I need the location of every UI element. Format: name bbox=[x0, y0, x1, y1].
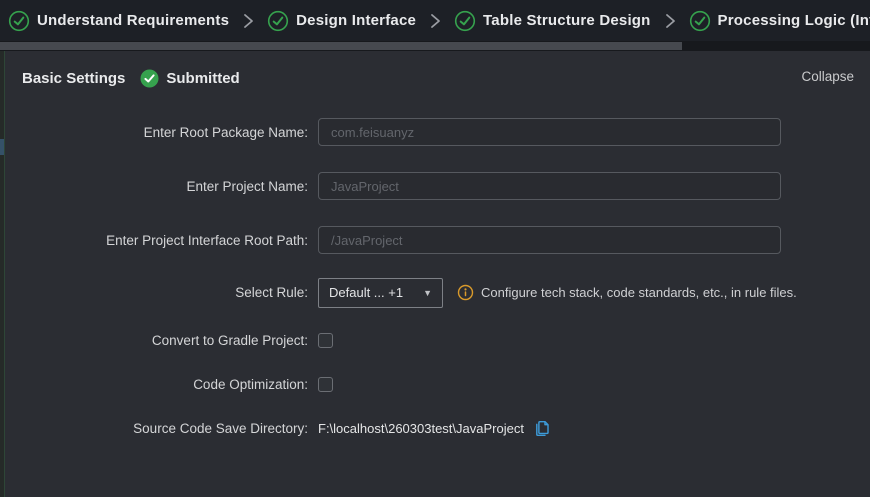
dropdown-arrow-icon: ▼ bbox=[423, 288, 432, 298]
horizontal-scrollbar-track[interactable] bbox=[0, 41, 870, 51]
select-rule-label: Select Rule: bbox=[0, 285, 308, 300]
chevron-separator-icon bbox=[427, 12, 443, 30]
step-design-interface[interactable]: Design Interface bbox=[267, 10, 416, 32]
collapse-button[interactable]: Collapse bbox=[801, 69, 854, 84]
interface-root-path-label: Enter Project Interface Root Path: bbox=[0, 233, 308, 248]
form-row-code-optimization: Code Optimization: bbox=[0, 362, 870, 406]
check-circle-icon bbox=[8, 10, 30, 32]
step-label: Processing Logic (Interface) bbox=[718, 12, 870, 29]
project-name-input[interactable] bbox=[318, 172, 781, 200]
project-name-label: Enter Project Name: bbox=[0, 179, 308, 194]
submitted-check-icon bbox=[140, 69, 159, 88]
check-circle-icon bbox=[689, 10, 711, 32]
step-processing-logic-interface[interactable]: Processing Logic (Interface) bbox=[689, 10, 870, 32]
form-row-project-name: Enter Project Name: bbox=[0, 159, 870, 213]
convert-gradle-checkbox[interactable] bbox=[318, 333, 333, 348]
code-optimization-checkbox[interactable] bbox=[318, 377, 333, 392]
root-package-label: Enter Root Package Name: bbox=[0, 125, 308, 140]
step-label: Table Structure Design bbox=[483, 12, 651, 29]
status-text: Submitted bbox=[166, 70, 239, 87]
check-circle-icon bbox=[267, 10, 289, 32]
chevron-separator-icon bbox=[662, 12, 678, 30]
step-table-structure-design[interactable]: Table Structure Design bbox=[454, 10, 651, 32]
basic-settings-panel: Basic Settings Submitted Collapse Enter … bbox=[0, 51, 870, 497]
interface-root-path-input[interactable] bbox=[318, 226, 781, 254]
form-row-select-rule: Select Rule: Default ... +1 ▼ Configure … bbox=[0, 267, 870, 318]
form-row-interface-root-path: Enter Project Interface Root Path: bbox=[0, 213, 870, 267]
rule-select-dropdown[interactable]: Default ... +1 ▼ bbox=[318, 278, 443, 308]
root-package-input[interactable] bbox=[318, 118, 781, 146]
section-title: Basic Settings bbox=[22, 70, 125, 87]
form-row-source-dir: Source Code Save Directory: F:\localhost… bbox=[0, 406, 870, 450]
convert-gradle-label: Convert to Gradle Project: bbox=[0, 333, 308, 348]
rule-hint-text: Configure tech stack, code standards, et… bbox=[481, 285, 797, 300]
check-circle-icon bbox=[454, 10, 476, 32]
source-dir-path: F:\localhost\260303test\JavaProject bbox=[318, 421, 524, 436]
rule-hint: Configure tech stack, code standards, et… bbox=[457, 284, 797, 301]
copy-icon[interactable] bbox=[533, 419, 552, 438]
source-dir-label: Source Code Save Directory: bbox=[0, 421, 308, 436]
form-row-root-package: Enter Root Package Name: bbox=[0, 105, 870, 159]
chevron-separator-icon bbox=[240, 12, 256, 30]
form-row-convert-gradle: Convert to Gradle Project: bbox=[0, 318, 870, 362]
step-label: Understand Requirements bbox=[37, 12, 229, 29]
status-badge: Submitted bbox=[140, 69, 239, 88]
code-optimization-label: Code Optimization: bbox=[0, 377, 308, 392]
stepper-bar: Understand Requirements Design Interface… bbox=[0, 0, 870, 41]
horizontal-scrollbar-thumb[interactable] bbox=[0, 42, 682, 50]
left-strip-handle[interactable] bbox=[0, 139, 4, 155]
section-header: Basic Settings Submitted Collapse bbox=[0, 51, 870, 105]
step-label: Design Interface bbox=[296, 12, 416, 29]
step-understand-requirements[interactable]: Understand Requirements bbox=[8, 10, 229, 32]
app-window: Understand Requirements Design Interface… bbox=[0, 0, 870, 497]
rule-select-value: Default ... +1 bbox=[329, 285, 403, 300]
info-icon bbox=[457, 284, 474, 301]
left-edge-strip bbox=[0, 51, 5, 497]
